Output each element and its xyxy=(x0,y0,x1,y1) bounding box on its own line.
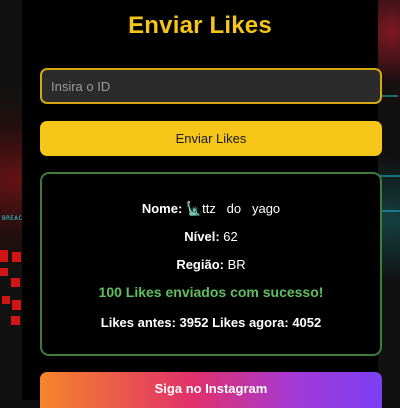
result-card: Nome: 🗽ttz do yago Nível: 62 Região: BR … xyxy=(40,172,382,356)
decor-red-tile xyxy=(12,300,21,310)
likes-after-value: 4052 xyxy=(292,315,322,330)
decor-red-tile xyxy=(11,278,20,287)
send-likes-button[interactable]: Enviar Likes xyxy=(40,121,382,156)
likes-before-value: 3952 xyxy=(179,315,209,330)
likes-before-label: Likes antes: xyxy=(100,315,176,330)
player-id-input[interactable] xyxy=(40,68,382,104)
decor-red-tile xyxy=(0,250,8,262)
decor-red-tile xyxy=(12,252,21,262)
decor-red-tile xyxy=(0,268,8,276)
name-label: Nome: xyxy=(141,201,183,216)
player-name: 🗽ttz do yago xyxy=(185,201,281,216)
level-label: Nível: xyxy=(184,229,220,244)
decor-cyan-line xyxy=(380,95,398,97)
region-label: Região: xyxy=(176,257,224,272)
player-level: 62 xyxy=(223,229,238,244)
result-name-row: Nome: 🗽ttz do yago xyxy=(42,201,380,217)
likes-summary-row: Likes antes: 3952 Likes agora: 4052 xyxy=(42,315,380,330)
page-title: Enviar Likes xyxy=(128,12,272,39)
instagram-follow-button[interactable]: Siga no Instagram xyxy=(40,372,382,408)
decor-red-tile xyxy=(2,296,10,304)
player-region: BR xyxy=(227,257,246,272)
decor-red-tile xyxy=(11,316,20,325)
likes-panel: Enviar Likes Enviar Likes Nome: 🗽ttz do … xyxy=(22,0,382,408)
success-message: 100 Likes enviados com sucesso! xyxy=(98,284,324,300)
result-region-row: Região: BR xyxy=(42,257,380,272)
result-level-row: Nível: 62 xyxy=(42,229,380,244)
likes-after-label: Likes agora: xyxy=(212,315,289,330)
